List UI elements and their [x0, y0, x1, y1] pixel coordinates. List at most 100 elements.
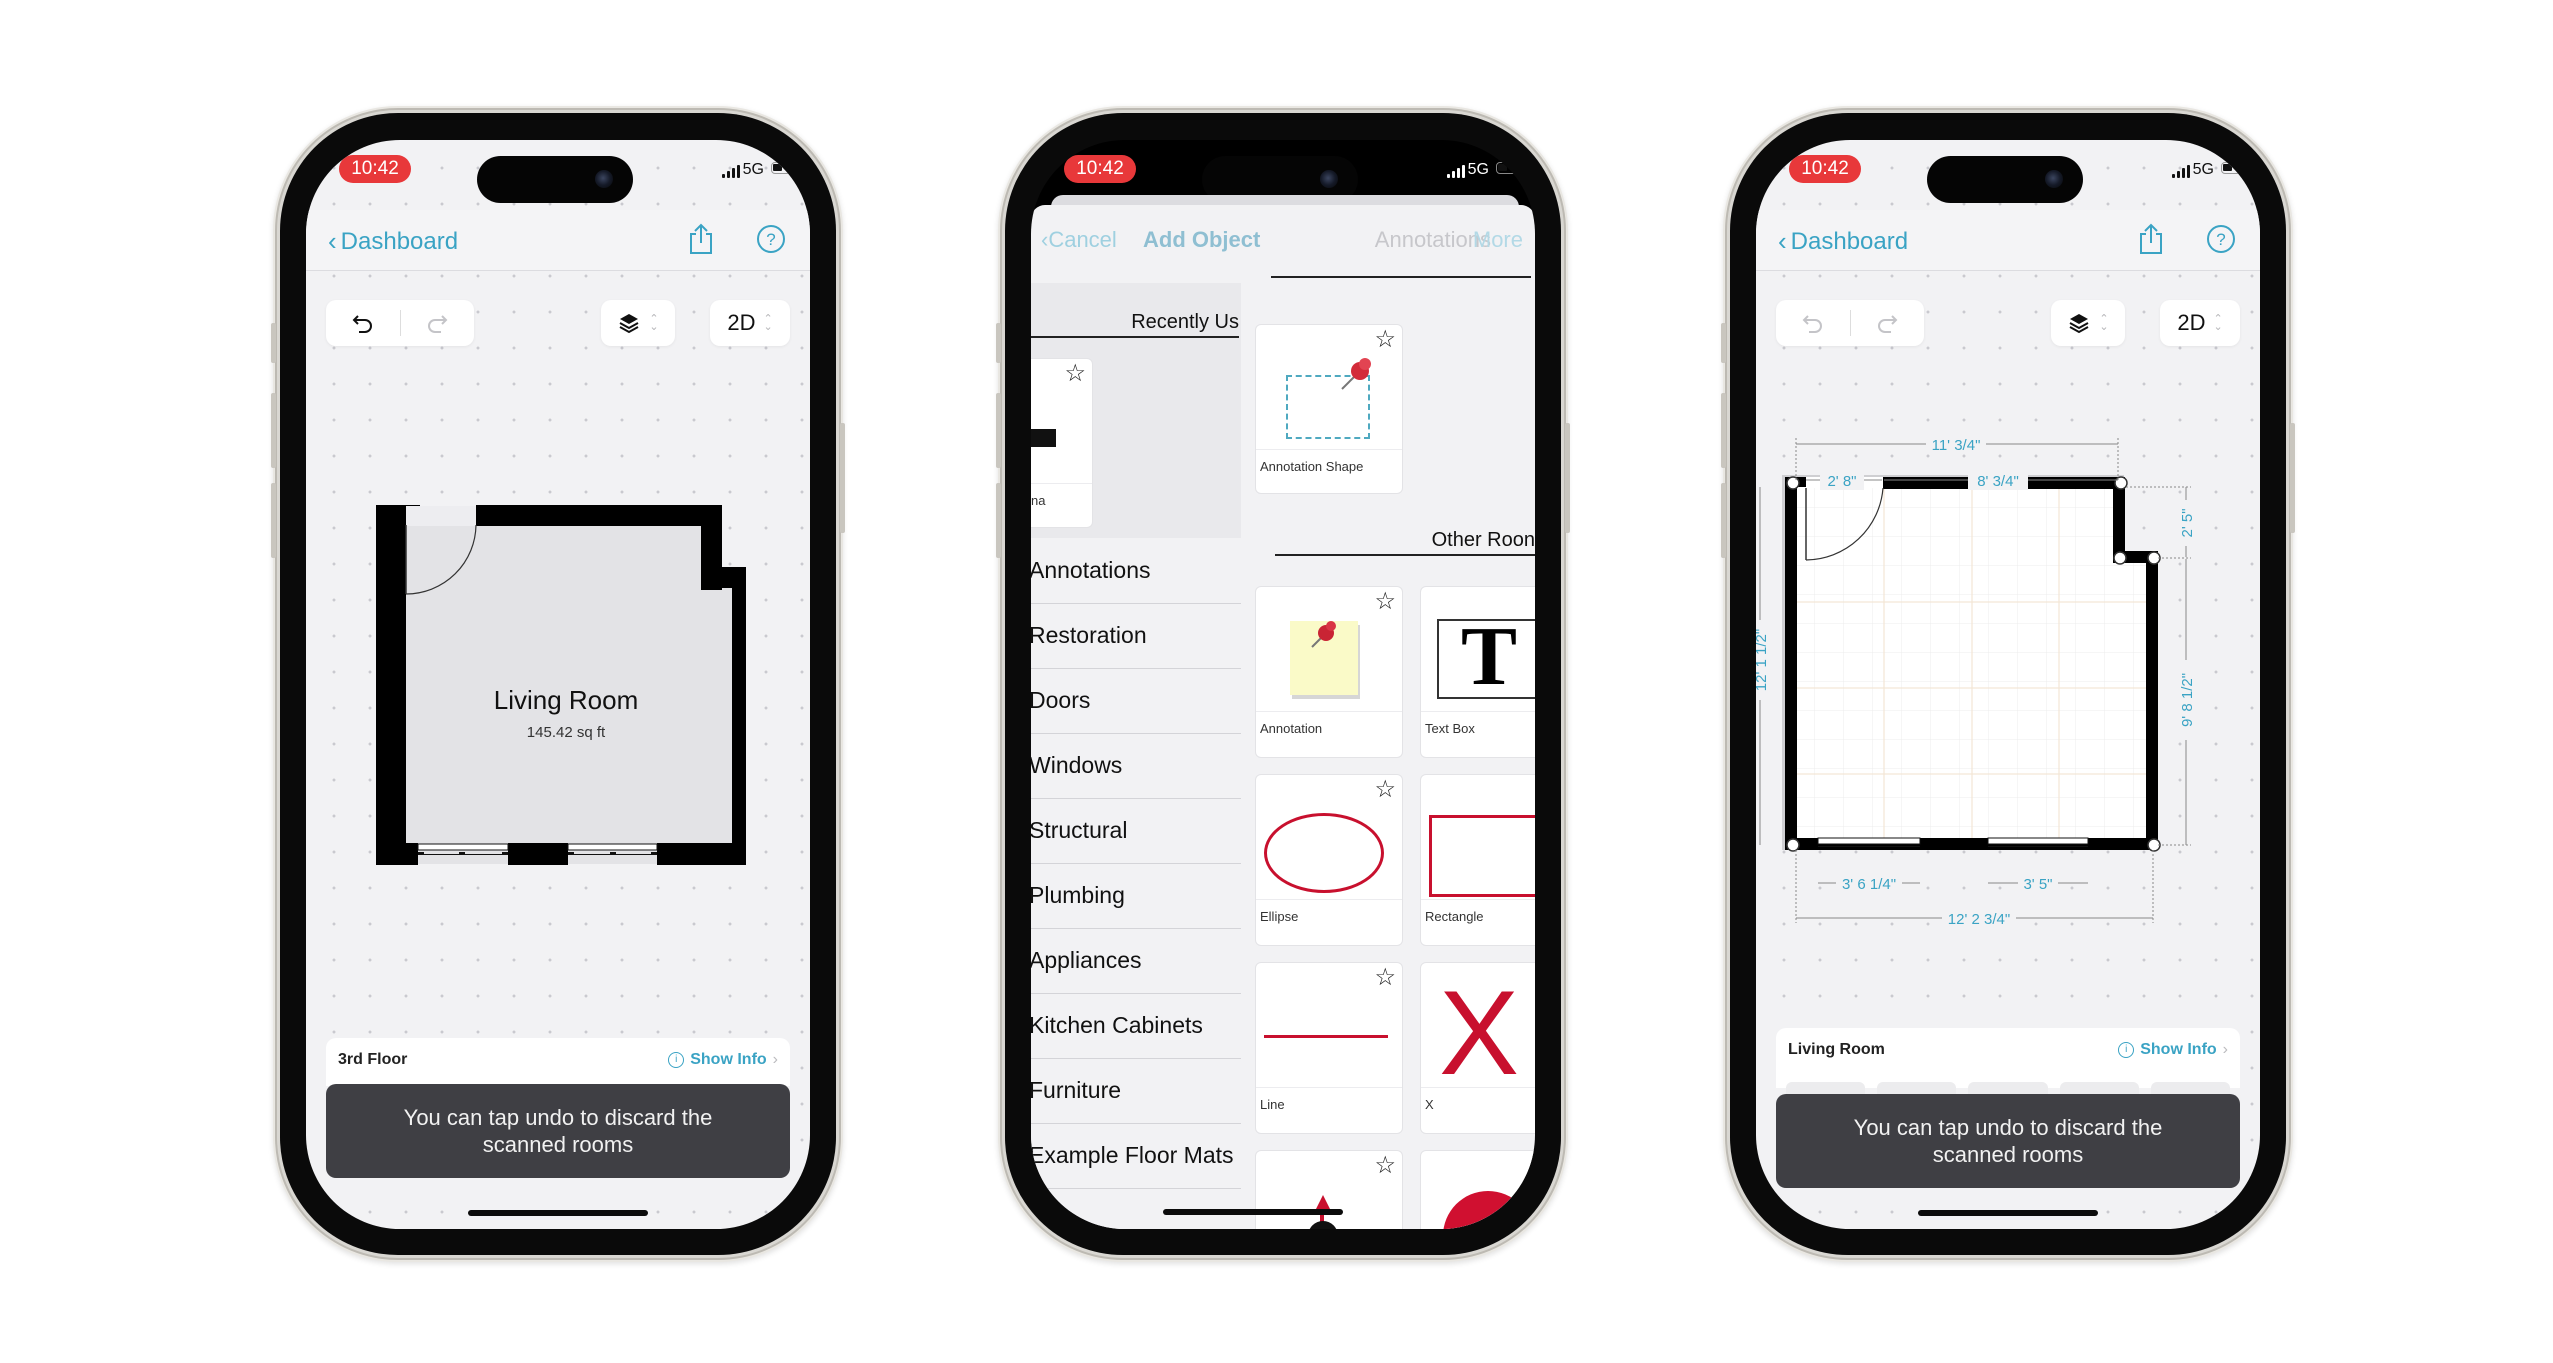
tile-label: Text Box	[1425, 721, 1475, 736]
category-item[interactable]: Structural	[1031, 798, 1241, 864]
network-label: 5G	[742, 161, 764, 178]
dimension-canvas[interactable]: 11' 3/4" 2' 8" 8' 3/4" 12' 1 1/2" 2' 5" …	[1756, 420, 2260, 960]
help-icon: ?	[757, 225, 785, 253]
category-item[interactable]: Doors	[1031, 668, 1241, 734]
object-tile-ellipse[interactable]: Ellipse ☆	[1256, 775, 1402, 945]
dim-right-upper[interactable]: 2' 5"	[2179, 508, 2196, 537]
dim-top-overall[interactable]: 11' 3/4"	[1932, 437, 1981, 454]
help-button[interactable]: ?	[754, 222, 788, 256]
view-mode-label: 2D	[727, 310, 756, 335]
object-tile-x[interactable]: XX	[1421, 963, 1535, 1133]
star-icon[interactable]: ☆	[1374, 590, 1396, 614]
help-icon: ?	[2207, 225, 2235, 253]
more-button[interactable]: More	[1473, 227, 1523, 253]
room-name-label: Living Room	[494, 685, 639, 715]
recently-used-header: Recently Us	[1031, 311, 1239, 338]
signal-icon	[1447, 165, 1465, 178]
phone-dimensions-view: 10:42 5G ‹ Dashboard ? ⌃ ⌄ 2D ⌃ ⌄ 11' 3/…	[1721, 113, 2295, 1255]
phone-add-object-view: 10:42 5G ‹Cancel Add Object Annotations …	[996, 113, 1570, 1255]
signal-icon	[2172, 165, 2190, 178]
home-indicator	[1918, 1210, 2098, 1216]
home-indicator	[1162, 1209, 1343, 1215]
show-info-button[interactable]: i Show Info ›	[668, 1051, 778, 1069]
redo-icon	[1878, 315, 1898, 333]
chevron-right-icon: ›	[772, 1051, 778, 1068]
category-item[interactable]: Annotations	[1031, 538, 1241, 604]
undo-hint-toast: You can tap undo to discard the scanned …	[1776, 1094, 2240, 1188]
dim-window-2[interactable]: 3' 5"	[2023, 876, 2052, 893]
share-button[interactable]	[684, 222, 718, 256]
undo-icon	[352, 315, 372, 333]
share-button[interactable]	[2134, 222, 2168, 256]
battery-icon	[1496, 162, 1522, 174]
show-info-label: Show Info	[2140, 1041, 2217, 1058]
back-button[interactable]: ‹ Dashboard	[328, 226, 458, 257]
view-mode-selector[interactable]: 2D ⌃ ⌄	[710, 300, 790, 346]
star-icon[interactable]: ☆	[1374, 966, 1396, 990]
redo-button[interactable]	[401, 300, 475, 346]
layers-selector[interactable]: ⌃ ⌄	[601, 300, 675, 346]
dynamic-island	[1927, 156, 2083, 203]
updown-chevron-icon: ⌃ ⌄	[649, 313, 659, 333]
dim-left[interactable]: 12' 1 1/2"	[1756, 629, 1770, 691]
chevron-right-icon: ›	[2222, 1041, 2228, 1058]
category-item[interactable]: Restoration	[1031, 603, 1241, 669]
dim-bottom-overall[interactable]: 12' 2 3/4"	[1948, 911, 2010, 928]
star-icon[interactable]: ☆	[1374, 778, 1396, 802]
add-object-sheet: ‹Cancel Add Object Annotations More Rece…	[1031, 205, 1535, 1229]
view-mode-selector[interactable]: 2D ⌃ ⌄	[2160, 300, 2240, 346]
updown-chevron-icon: ⌃ ⌄	[763, 313, 773, 333]
screen: 10:42 5G ‹ Dashboard ?	[306, 140, 810, 1229]
chevron-left-icon: ‹	[1778, 226, 1787, 256]
status-time: 10:42	[1789, 155, 1861, 183]
object-tile-more[interactable]	[1421, 1151, 1535, 1229]
star-icon[interactable]: ☆	[1374, 1154, 1396, 1178]
floorplan-canvas[interactable]: Living Room 145.42 sq ft	[376, 505, 746, 875]
dynamic-island	[477, 156, 633, 203]
star-icon[interactable]: ☆	[1064, 362, 1086, 386]
undo-button[interactable]	[1776, 300, 1850, 346]
category-item[interactable]: Example Floor Mats	[1031, 1123, 1241, 1189]
canvas-toolbar: ⌃ ⌄ 2D ⌃ ⌄	[1776, 300, 2240, 348]
layers-selector[interactable]: ⌃ ⌄	[2051, 300, 2125, 346]
cancel-button[interactable]: ‹Cancel	[1041, 227, 1117, 253]
wall	[476, 505, 722, 526]
info-icon: i	[2118, 1042, 2135, 1058]
object-tile-more[interactable]: ☆	[1256, 1151, 1402, 1229]
star-icon[interactable]: ☆	[1374, 328, 1396, 352]
wall	[508, 843, 568, 865]
floor-title: 3rd Floor	[338, 1051, 408, 1068]
object-tile-annotation[interactable]: Annotation ☆	[1256, 587, 1402, 757]
tile-label: Ellipse	[1260, 909, 1299, 924]
help-button[interactable]: ?	[2204, 222, 2238, 256]
wall	[376, 505, 406, 864]
undo-redo-group	[326, 300, 474, 346]
object-tile-annotation-shape[interactable]: Annotation Shape ☆	[1256, 325, 1402, 493]
category-item[interactable]: Furniture	[1031, 1058, 1241, 1124]
back-button[interactable]: ‹ Dashboard	[1778, 226, 1908, 257]
category-item[interactable]: Plumbing	[1031, 863, 1241, 929]
dim-top-wall[interactable]: 8' 3/4"	[1977, 473, 2019, 490]
show-info-label: Show Info	[690, 1051, 767, 1068]
dim-top-door[interactable]: 2' 8"	[1827, 473, 1856, 490]
object-tile-rectangle[interactable]: Rectangle	[1421, 775, 1535, 945]
undo-icon	[1802, 315, 1822, 333]
redo-button[interactable]	[1851, 300, 1925, 346]
show-info-button[interactable]: i Show Info ›	[2118, 1041, 2228, 1059]
tile-label: Rectangle	[1425, 909, 1484, 924]
undo-button[interactable]	[326, 300, 400, 346]
back-label: Dashboard	[1790, 227, 1909, 255]
dim-right-lower[interactable]: 9' 8 1/2"	[2179, 673, 2196, 727]
category-item[interactable]: Windows	[1031, 733, 1241, 799]
category-item[interactable]: Kitchen Cabinets	[1031, 993, 1241, 1059]
object-tile-line[interactable]: Line ☆	[1256, 963, 1402, 1133]
network-label: 5G	[1467, 161, 1489, 178]
updown-chevron-icon: ⌃ ⌄	[2213, 313, 2223, 333]
room-info-card[interactable]: Living Room i Show Info ›	[1776, 1028, 2240, 1088]
recent-tile[interactable]: na ☆	[1031, 359, 1092, 527]
dim-window-1[interactable]: 3' 6 1/4"	[1842, 876, 1896, 893]
nav-bar: ‹ Dashboard ?	[1756, 210, 2260, 271]
floor-info-card[interactable]: 3rd Floor i Show Info ›	[326, 1038, 790, 1086]
category-item[interactable]: Appliances	[1031, 928, 1241, 994]
object-tile-text-box[interactable]: T Text Box	[1421, 587, 1535, 757]
